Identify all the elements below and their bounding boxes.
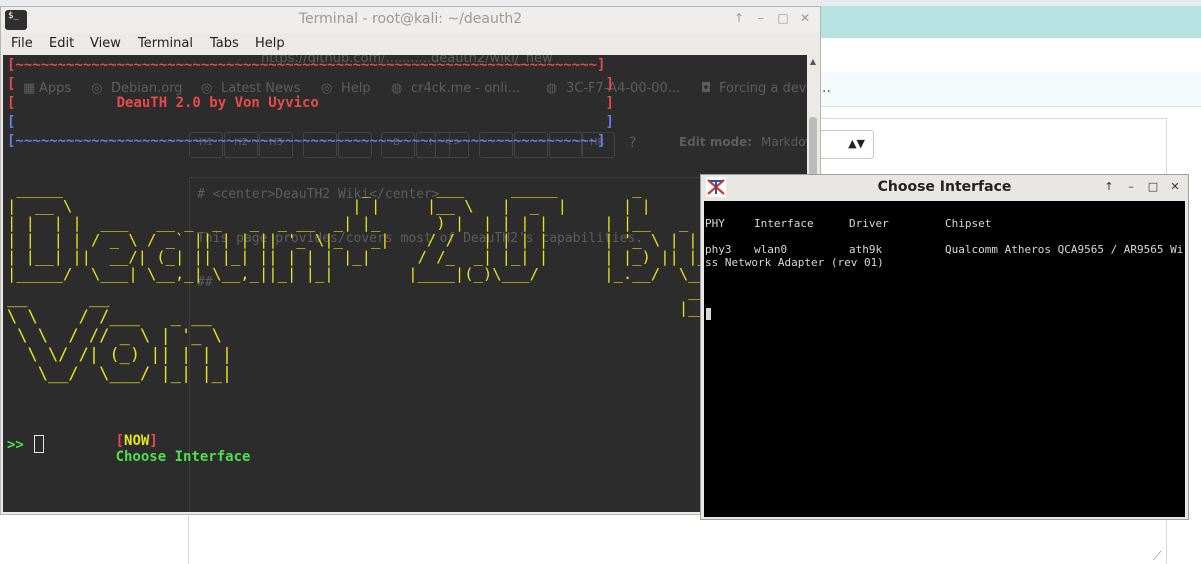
banner-title: [ DeauTH 2.0 by Von Uyvico ] [7, 95, 614, 111]
scroll-up-arrow-icon[interactable]: ▲ [807, 57, 819, 66]
resize-grip-icon[interactable]: ⟋ [1153, 549, 1161, 564]
minimize-button[interactable]: – [754, 11, 768, 25]
maximize-button[interactable]: □ [1147, 180, 1159, 193]
window-title: Terminal - root@kali: ~/deauth2 [298, 11, 523, 27]
menu-terminal[interactable]: Terminal [138, 36, 193, 51]
browser-address-row [820, 38, 1201, 73]
menu-help[interactable]: Help [255, 36, 285, 51]
choose-interface-window: Choose Interface ↑ – □ ✕ PHY Interface D… [700, 174, 1189, 520]
banner-top-border: [~~~~~~~~~~~~~~~~~~~~~~~~~~~~~~~~~~~~~~~… [7, 57, 606, 73]
chevron-updown-icon: ▲▼ [848, 137, 865, 150]
status-message: Choose Interface [115, 449, 251, 465]
menu-edit[interactable]: Edit [49, 36, 74, 51]
ghost-help-circle-icon: ? [629, 135, 637, 151]
menu-view[interactable]: View [90, 36, 121, 51]
header-chipset: Chipset [945, 217, 992, 230]
header-driver: Driver [849, 217, 889, 230]
banner-spacer-1: [ ] [7, 76, 614, 92]
interface-terminal[interactable]: PHY Interface Driver Chipset phy3 wlan0 … [704, 201, 1185, 517]
keep-above-icon[interactable]: ↑ [1103, 180, 1115, 193]
ghost-edit-mode-label: Edit mode: [679, 135, 753, 149]
minimize-button[interactable]: – [1125, 180, 1137, 193]
maximize-button[interactable]: □ [776, 11, 790, 25]
prompt: >> [7, 437, 24, 453]
terminal-menubar: File Edit View Terminal Tabs Help [1, 33, 820, 55]
status-now: NOW [124, 433, 150, 449]
status-bracket-open: [ [115, 433, 125, 449]
ghost-bookmark-forcing: Forcing a dev... [719, 81, 807, 96]
editor-left-border [188, 512, 189, 564]
ghost-leaf-icon: ◘ [701, 81, 712, 96]
bookmarks-overflow[interactable]: .. [822, 80, 831, 96]
terminal-titlebar[interactable]: $_ Terminal - root@kali: ~/deauth2 ↑ – □… [1, 7, 820, 33]
editor-top-border [820, 118, 1166, 119]
menu-tabs[interactable]: Tabs [210, 36, 239, 51]
browser-bookmarks-bar [820, 72, 1201, 107]
header-interface: Interface [754, 217, 814, 230]
header-phy: PHY [705, 217, 725, 230]
menu-file[interactable]: File [11, 36, 33, 51]
row-interface: wlan0 [754, 243, 788, 256]
terminal-window: $_ Terminal - root@kali: ~/deauth2 ↑ – □… [0, 6, 821, 515]
close-button[interactable]: ✕ [1169, 180, 1181, 193]
choose-interface-titlebar[interactable]: Choose Interface ↑ – □ ✕ [701, 175, 1188, 199]
terminal-cursor[interactable] [34, 435, 44, 453]
status-bracket-close: ] [149, 433, 158, 449]
row-chipset: Qualcomm Atheros QCA9565 / AR9565 Wirele [945, 243, 1185, 256]
row-driver: ath9k [849, 243, 883, 256]
row-phy: phy3 [705, 243, 732, 256]
ascii-art-von: __ __ \ \ / /___ _ __ \ \ / // _ \ | '_ … [7, 288, 233, 384]
browser-header-bar [820, 6, 1201, 38]
interface-cursor[interactable] [706, 308, 711, 320]
banner-bottom-border: [~~~~~~~~~~~~~~~~~~~~~~~~~~~~~~~~~~~~~~~… [7, 133, 606, 149]
close-button[interactable]: ✕ [798, 11, 812, 25]
banner-spacer-2: [ ] [7, 114, 614, 130]
row-chipset-wrap: ss Network Adapter (rev 01) [705, 256, 884, 269]
terminal-output[interactable]: https://github.com/...........deauth2/wi… [3, 55, 807, 512]
keep-above-icon[interactable]: ↑ [732, 11, 746, 25]
ghost-edit-mode-value: Markdown [761, 135, 807, 149]
